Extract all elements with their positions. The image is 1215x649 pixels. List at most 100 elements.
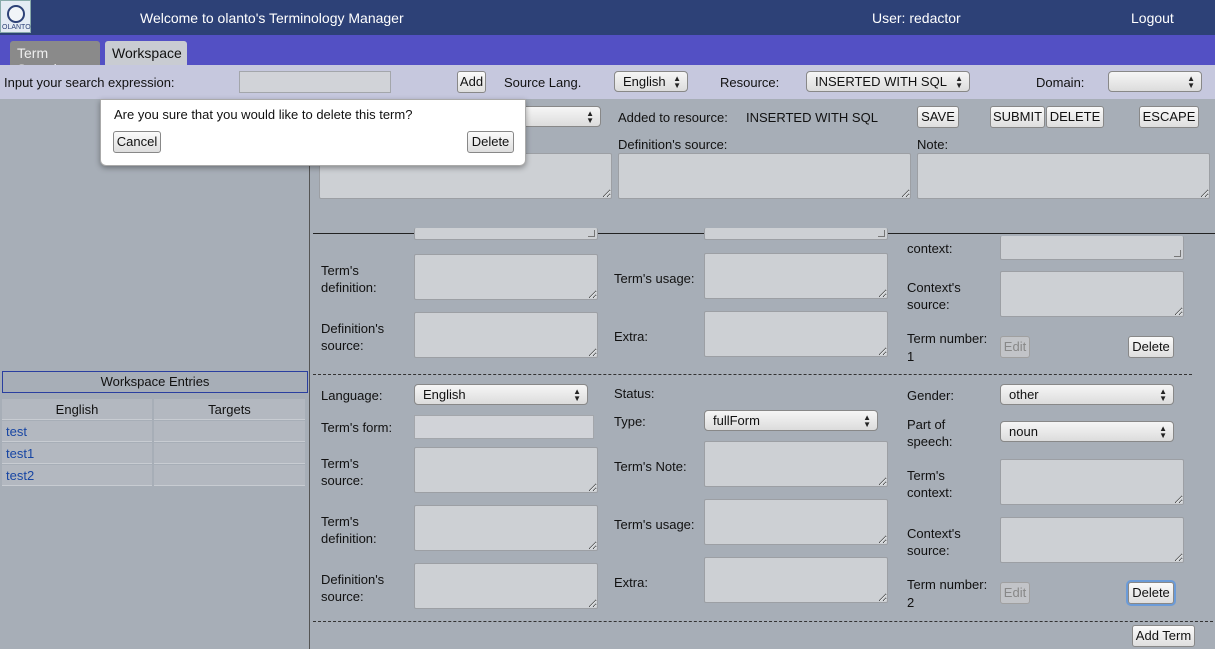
- workspace-entry-link[interactable]: test: [2, 421, 152, 442]
- resource-label: Resource:: [720, 75, 780, 90]
- term-definition-textarea[interactable]: [414, 254, 598, 300]
- term-source-textarea-clipped[interactable]: [414, 228, 598, 240]
- definition-source-textarea[interactable]: [414, 563, 598, 609]
- delete-term-button[interactable]: Delete: [1128, 336, 1174, 358]
- term-usage-label: Term's usage:: [614, 271, 695, 286]
- term-source-label: Term's source:: [321, 456, 364, 488]
- workspace-entry-link[interactable]: test2: [2, 465, 152, 486]
- term-number-value: 2: [907, 595, 915, 610]
- term-usage-label: Term's usage:: [614, 517, 695, 532]
- select-arrows-icon: ▲ ▼: [573, 387, 581, 403]
- term-definition-label: Term's definition:: [321, 514, 377, 546]
- term-context-label: Term's context:: [907, 468, 953, 500]
- note-label: Note:: [917, 137, 949, 152]
- gender-select[interactable]: other ▲ ▼: [1000, 384, 1174, 405]
- source-lang-value: English: [623, 74, 666, 89]
- workspace-entry-targets: [154, 421, 305, 442]
- tab-term-search[interactable]: Term Search: [10, 41, 100, 77]
- logout-link[interactable]: Logout: [1131, 10, 1174, 26]
- type-value: fullForm: [713, 413, 760, 428]
- term-number-label: Term number:: [907, 577, 988, 592]
- term-context-textarea[interactable]: [1000, 459, 1184, 505]
- language-value: English: [423, 387, 466, 402]
- language-label: Language:: [321, 388, 383, 403]
- select-arrows-icon: ▲ ▼: [1187, 74, 1195, 90]
- add-button[interactable]: Add: [457, 71, 486, 93]
- submit-button[interactable]: SUBMIT: [990, 106, 1045, 128]
- resource-select[interactable]: INSERTED WITH SQL ▲ ▼: [806, 71, 970, 92]
- added-to-resource-label: Added to resource:: [618, 110, 728, 125]
- term-number-value: 1: [907, 349, 915, 364]
- workspace-entries-title: Workspace Entries: [2, 371, 308, 393]
- term-definition-label: Term's definition:: [321, 263, 377, 295]
- term-usage-textarea[interactable]: [704, 253, 888, 299]
- select-arrows-icon: ▲ ▼: [673, 74, 681, 90]
- select-arrows-icon: ▲ ▼: [863, 413, 871, 429]
- term-number-label: Term number:: [907, 331, 988, 346]
- added-to-resource-value: INSERTED WITH SQL: [746, 110, 878, 125]
- part-of-speech-label: Part of speech:: [907, 417, 953, 449]
- source-lang-label: Source Lang.: [504, 75, 582, 90]
- delete-concept-button[interactable]: DELETE: [1046, 106, 1104, 128]
- delete-term-button[interactable]: Delete: [1128, 582, 1174, 604]
- concept-definition-source-textarea[interactable]: [618, 153, 911, 199]
- save-button[interactable]: SAVE: [917, 106, 959, 128]
- term-form-input[interactable]: [414, 415, 594, 439]
- escape-button[interactable]: ESCAPE: [1139, 106, 1199, 128]
- cancel-button[interactable]: Cancel: [113, 131, 161, 153]
- term-definition-textarea[interactable]: [414, 505, 598, 551]
- select-arrows-icon: ▲ ▼: [955, 74, 963, 90]
- tab-workspace[interactable]: Workspace: [105, 41, 187, 65]
- logo-icon: [7, 5, 25, 23]
- extra-textarea[interactable]: [704, 557, 888, 603]
- term-source-textarea[interactable]: [414, 447, 598, 493]
- edit-term-button[interactable]: Edit: [1000, 582, 1030, 604]
- term-form-label: Term's form:: [321, 420, 393, 435]
- search-input[interactable]: [239, 71, 391, 93]
- definition-source-label: Definition's source:: [618, 137, 728, 152]
- domain-label: Domain:: [1036, 75, 1085, 90]
- term-note-label: Term's Note:: [614, 459, 687, 474]
- extra-textarea[interactable]: [704, 311, 888, 357]
- term-context-textarea-clipped[interactable]: [1000, 236, 1184, 260]
- term-divider: [313, 621, 1213, 622]
- edit-term-button[interactable]: Edit: [1000, 336, 1030, 358]
- definition-source-textarea[interactable]: [414, 312, 598, 358]
- workspace-entry-link[interactable]: test1: [2, 443, 152, 464]
- context-source-textarea[interactable]: [1000, 517, 1184, 563]
- olanto-logo: OLANTO: [0, 0, 31, 33]
- resource-value: INSERTED WITH SQL: [815, 74, 947, 89]
- add-term-button[interactable]: Add Term: [1132, 625, 1195, 647]
- term-note-textarea[interactable]: [704, 441, 888, 487]
- definition-source-label: Definition's source:: [321, 321, 385, 353]
- concept-select[interactable]: ▲ ▼: [520, 106, 601, 127]
- definition-source-label: Definition's source:: [321, 572, 385, 604]
- part-of-speech-value: noun: [1009, 424, 1038, 439]
- app-header: OLANTO Welcome to olanto's Terminology M…: [0, 0, 1215, 35]
- concept-note-textarea[interactable]: [917, 153, 1210, 199]
- term-note-textarea-clipped[interactable]: [704, 228, 888, 240]
- confirm-delete-button[interactable]: Delete: [467, 131, 514, 153]
- gender-label: Gender:: [907, 388, 954, 403]
- type-label: Type:: [614, 414, 646, 429]
- column-header-targets: Targets: [154, 399, 305, 420]
- user-label: User: redactor: [872, 10, 961, 26]
- source-lang-select[interactable]: English ▲ ▼: [614, 71, 688, 92]
- language-select[interactable]: English ▲ ▼: [414, 384, 588, 405]
- context-source-textarea[interactable]: [1000, 271, 1184, 317]
- term-divider: [313, 374, 1192, 375]
- select-arrows-icon: ▲ ▼: [586, 109, 594, 125]
- tab-bar: Term Search Workspace: [0, 35, 1215, 77]
- extra-label: Extra:: [614, 575, 648, 590]
- extra-label: Extra:: [614, 329, 648, 344]
- part-of-speech-select[interactable]: noun ▲ ▼: [1000, 421, 1174, 442]
- term-usage-textarea[interactable]: [704, 499, 888, 545]
- logo-text: OLANTO: [2, 24, 31, 31]
- select-arrows-icon: ▲ ▼: [1159, 424, 1167, 440]
- domain-select[interactable]: ▲ ▼: [1108, 71, 1202, 92]
- workspace-entry-targets: [154, 443, 305, 464]
- context-source-label: Context's source:: [907, 526, 961, 558]
- column-header-english: English: [2, 399, 152, 420]
- type-select[interactable]: fullForm ▲ ▼: [704, 410, 878, 431]
- status-label: Status:: [614, 386, 655, 401]
